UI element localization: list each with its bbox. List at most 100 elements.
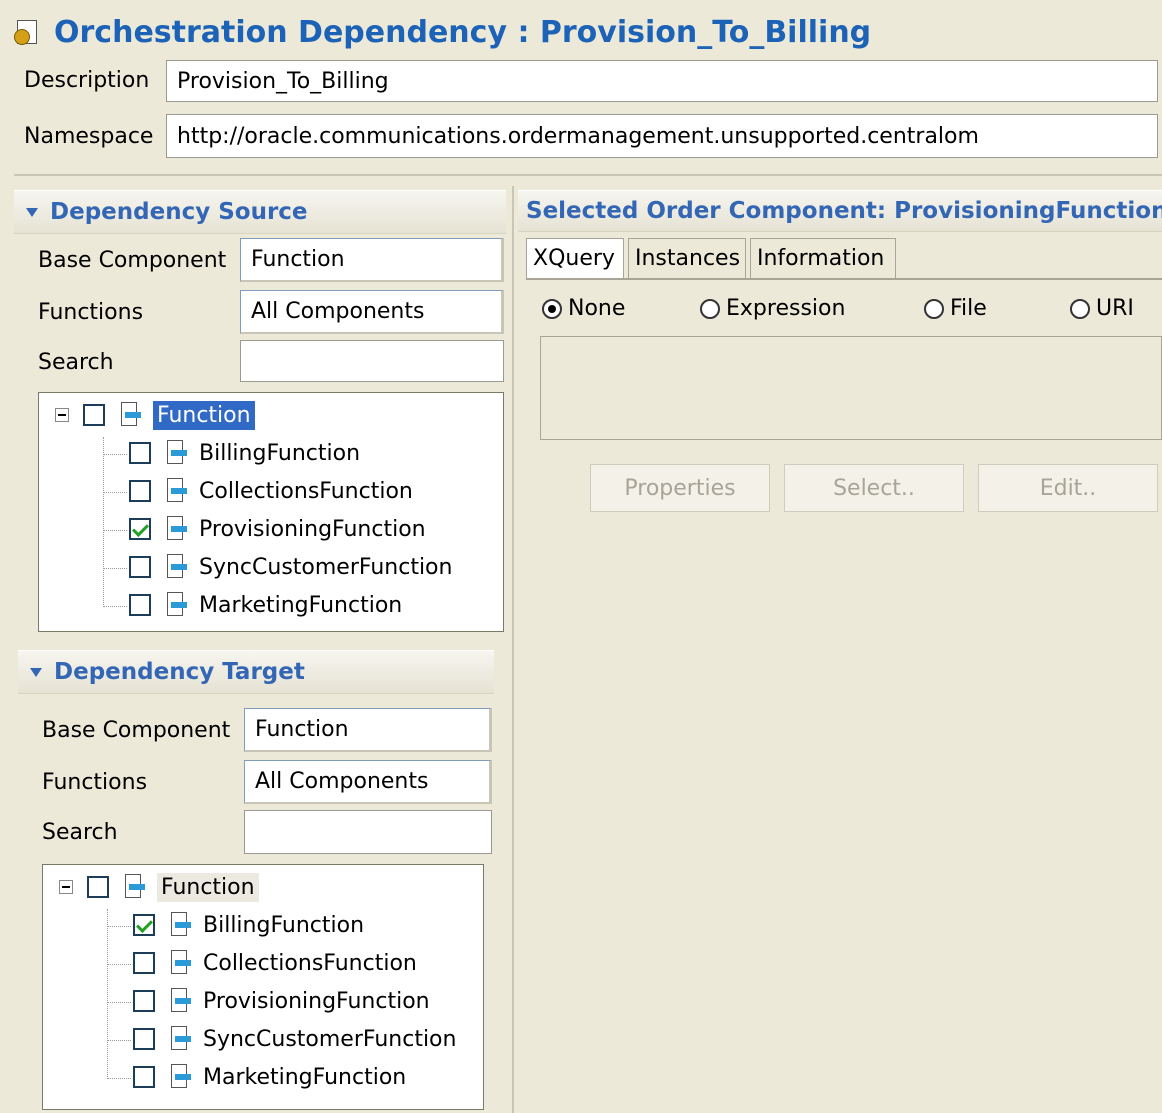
tree-item-label: MarketingFunction bbox=[199, 592, 403, 618]
tab-label: XQuery bbox=[533, 246, 615, 271]
dependency-target-title: Dependency Target bbox=[54, 659, 305, 685]
xquery-expression-area[interactable] bbox=[540, 336, 1162, 440]
tree-item-label: SyncCustomerFunction bbox=[203, 1026, 457, 1052]
radio-icon[interactable] bbox=[700, 298, 720, 319]
radio-label: File bbox=[950, 296, 987, 321]
tab-label: Instances bbox=[635, 246, 741, 271]
function-icon bbox=[165, 440, 187, 466]
radio-label: Expression bbox=[726, 296, 846, 321]
tab-instances[interactable]: Instances bbox=[628, 238, 746, 278]
function-icon bbox=[165, 554, 187, 580]
function-icon bbox=[165, 478, 187, 504]
tree-item[interactable]: BillingFunction bbox=[133, 907, 364, 943]
tab-xquery[interactable]: XQuery bbox=[526, 238, 624, 278]
radio-icon[interactable] bbox=[1070, 298, 1090, 319]
tree-root-label: Function bbox=[153, 400, 255, 430]
tree-item-label: SyncCustomerFunction bbox=[199, 554, 453, 580]
tree-item[interactable]: SyncCustomerFunction bbox=[129, 549, 452, 585]
radio-selected-icon[interactable] bbox=[542, 298, 562, 319]
tab-label: Information bbox=[757, 246, 885, 271]
source-base-component-field[interactable]: Function bbox=[240, 238, 504, 282]
radio-none[interactable]: None bbox=[542, 296, 625, 321]
tab-information[interactable]: Information bbox=[750, 238, 896, 278]
dependency-source-header[interactable]: Dependency Source bbox=[14, 190, 506, 234]
tree-item-checkbox[interactable] bbox=[133, 952, 155, 974]
tree-item-checkbox[interactable] bbox=[129, 556, 151, 578]
tree-item-checkbox-checked[interactable] bbox=[129, 518, 151, 540]
tree-root-node[interactable]: Function bbox=[59, 869, 259, 905]
tree-item-label: BillingFunction bbox=[199, 440, 361, 466]
source-functions-label: Functions bbox=[38, 300, 144, 325]
tree-item-checkbox[interactable] bbox=[129, 594, 151, 616]
tree-item[interactable]: CollectionsFunction bbox=[133, 945, 417, 981]
source-functions-field[interactable]: All Components bbox=[240, 290, 504, 334]
target-functions-label: Functions bbox=[42, 770, 148, 795]
source-component-tree[interactable]: Function BillingFunction CollectionsFunc… bbox=[38, 392, 504, 632]
tree-item[interactable]: MarketingFunction bbox=[133, 1059, 406, 1095]
collapse-triangle-icon[interactable] bbox=[30, 667, 42, 677]
tree-root-checkbox[interactable] bbox=[83, 404, 105, 426]
tree-item[interactable]: MarketingFunction bbox=[129, 587, 402, 623]
tree-item-checkbox[interactable] bbox=[133, 990, 155, 1012]
source-search-input[interactable] bbox=[240, 340, 504, 382]
collapse-triangle-icon[interactable] bbox=[26, 207, 38, 217]
header-separator bbox=[14, 174, 1162, 176]
collapse-icon[interactable] bbox=[59, 880, 73, 894]
tree-item-label: CollectionsFunction bbox=[199, 478, 413, 504]
tree-item-checkbox[interactable] bbox=[133, 1028, 155, 1050]
function-icon bbox=[119, 402, 141, 428]
panel-divider bbox=[512, 186, 514, 1113]
editor-title: Orchestration Dependency : Provision_To_… bbox=[14, 10, 871, 54]
selected-component-title: Selected Order Component: ProvisioningFu… bbox=[526, 198, 1162, 224]
function-icon bbox=[165, 592, 187, 618]
tab-strip-border bbox=[526, 278, 1162, 280]
source-search-label: Search bbox=[38, 350, 114, 375]
tree-item-label: CollectionsFunction bbox=[203, 950, 417, 976]
function-icon bbox=[169, 912, 191, 938]
select-button[interactable]: Select.. bbox=[784, 464, 964, 512]
radio-label: None bbox=[568, 296, 626, 321]
target-functions-field[interactable]: All Components bbox=[244, 760, 492, 804]
dependency-source-title: Dependency Source bbox=[50, 199, 308, 225]
dependency-target-header[interactable]: Dependency Target bbox=[18, 650, 494, 694]
radio-file[interactable]: File bbox=[924, 296, 987, 321]
function-icon bbox=[169, 988, 191, 1014]
tree-item-checkbox[interactable] bbox=[133, 1066, 155, 1088]
function-icon bbox=[123, 874, 145, 900]
tree-item[interactable]: ProvisioningFunction bbox=[133, 983, 430, 1019]
source-base-component-label: Base Component bbox=[38, 248, 227, 273]
tree-item[interactable]: SyncCustomerFunction bbox=[133, 1021, 456, 1057]
target-search-label: Search bbox=[42, 820, 118, 845]
tree-item-checkbox[interactable] bbox=[129, 442, 151, 464]
radio-label: URI bbox=[1096, 296, 1134, 321]
tree-item[interactable]: BillingFunction bbox=[129, 435, 360, 471]
namespace-field[interactable]: http://oracle.communications.ordermanage… bbox=[166, 114, 1158, 158]
radio-icon[interactable] bbox=[924, 298, 944, 319]
description-field[interactable]: Provision_To_Billing bbox=[166, 60, 1158, 102]
orchestration-dependency-icon bbox=[14, 20, 38, 45]
tree-root-node[interactable]: Function bbox=[55, 397, 255, 433]
function-icon bbox=[169, 950, 191, 976]
tree-item-label: BillingFunction bbox=[203, 912, 365, 938]
radio-expression[interactable]: Expression bbox=[700, 296, 845, 321]
description-label: Description bbox=[24, 68, 150, 93]
tree-root-label: Function bbox=[157, 872, 259, 902]
tree-item-label: MarketingFunction bbox=[203, 1064, 407, 1090]
collapse-icon[interactable] bbox=[55, 408, 69, 422]
target-search-input[interactable] bbox=[244, 810, 492, 854]
tree-item[interactable]: CollectionsFunction bbox=[129, 473, 413, 509]
tree-item[interactable]: ProvisioningFunction bbox=[129, 511, 426, 547]
selected-component-header: Selected Order Component: ProvisioningFu… bbox=[518, 190, 1162, 232]
tree-root-checkbox[interactable] bbox=[87, 876, 109, 898]
properties-button[interactable]: Properties bbox=[590, 464, 770, 512]
tree-item-checkbox-checked[interactable] bbox=[133, 914, 155, 936]
tree-item-checkbox[interactable] bbox=[129, 480, 151, 502]
tree-item-label: ProvisioningFunction bbox=[203, 988, 430, 1014]
edit-button[interactable]: Edit.. bbox=[978, 464, 1158, 512]
function-icon bbox=[169, 1026, 191, 1052]
target-base-component-field[interactable]: Function bbox=[244, 708, 492, 752]
radio-uri[interactable]: URI bbox=[1070, 296, 1134, 321]
namespace-label: Namespace bbox=[24, 124, 154, 149]
editor-title-text: Orchestration Dependency : Provision_To_… bbox=[54, 14, 872, 50]
target-component-tree[interactable]: Function BillingFunction CollectionsFunc… bbox=[42, 864, 484, 1110]
